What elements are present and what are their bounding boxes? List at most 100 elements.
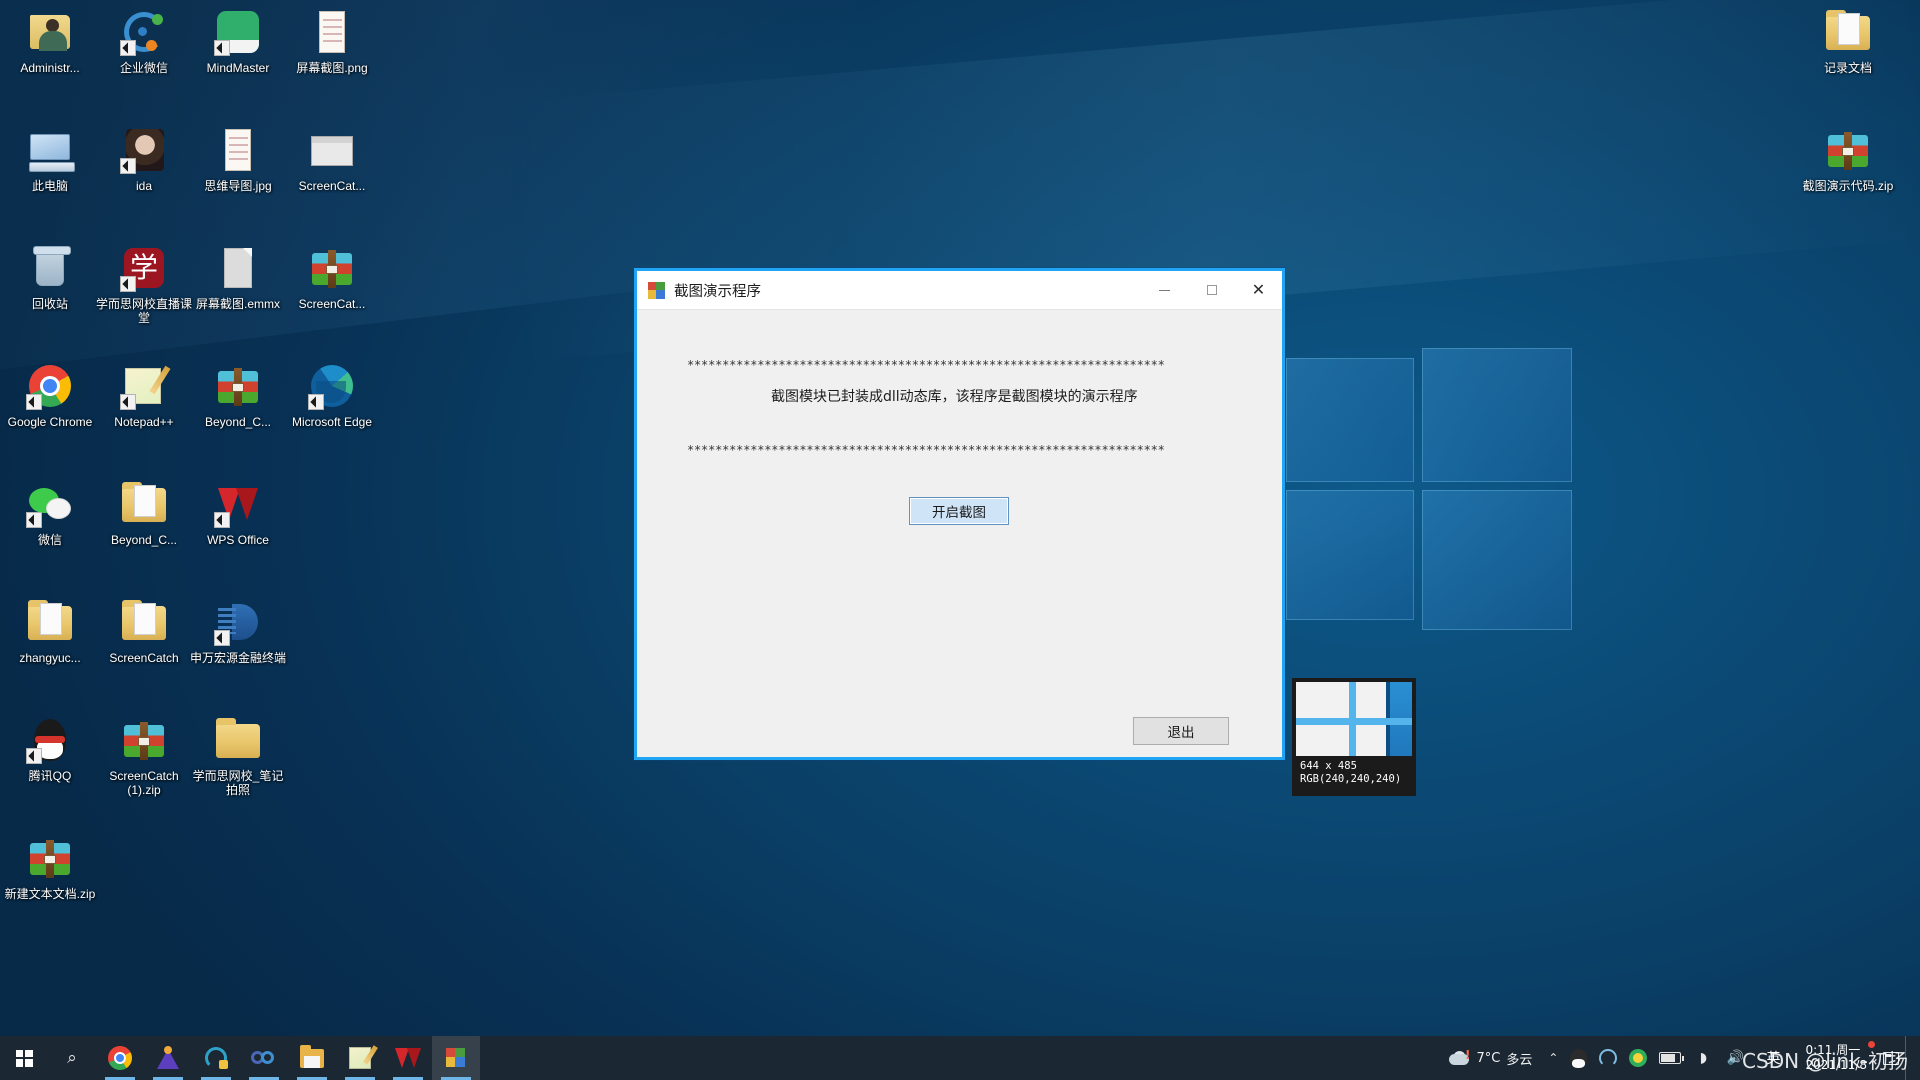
notepadpp-icon [349, 1047, 371, 1069]
window-controls[interactable]: ✕ [1141, 271, 1282, 309]
taskbar-item-chrome[interactable] [96, 1036, 144, 1080]
show-desktop-button[interactable] [1905, 1036, 1912, 1080]
desktop-icon[interactable]: 此电脑 [2, 126, 98, 193]
desktop-icon[interactable]: 记录文档 [1800, 8, 1896, 75]
divider-stars-top: ****************************************… [687, 358, 1165, 372]
taskbar[interactable]: ⌕ ! 7°C 多云 ⌃ ◗ 🔊 英 0:11 周一 2021/11/8 [0, 1036, 1920, 1080]
desktop-icon[interactable]: 申万宏源金融终端 [190, 598, 286, 665]
network-button[interactable]: ◗ [1687, 1036, 1719, 1080]
taskbar-item-wps[interactable] [384, 1036, 432, 1080]
window-titlebar[interactable]: 截图演示程序 ✕ [637, 271, 1282, 309]
weather-widget[interactable]: ! 7°C 多云 [1441, 1036, 1543, 1080]
desktop-icon-label: Microsoft Edge [291, 415, 373, 429]
desktop-icon-label: Administr... [20, 61, 80, 75]
action-center-button[interactable] [1877, 1036, 1905, 1080]
taskbar-item-screenshot-demo[interactable] [432, 1036, 480, 1080]
folder-icon [300, 1044, 324, 1068]
desktop-icon[interactable]: 学学而思网校直播课堂 [96, 244, 192, 325]
exit-button[interactable]: 退出 [1133, 717, 1229, 745]
volume-button[interactable]: 🔊 [1719, 1036, 1751, 1080]
show-hidden-icons-button[interactable]: ⌃ [1542, 1036, 1564, 1080]
desktop-icon[interactable]: Beyond_C... [96, 480, 192, 547]
desktop-icon-label: MindMaster [206, 61, 270, 75]
img-icon [308, 8, 356, 56]
magnifier-preview [1296, 682, 1412, 756]
desktop-icon[interactable]: 学而思网校_笔记拍照 [190, 716, 286, 797]
close-button[interactable]: ✕ [1235, 271, 1282, 309]
folder-icon [214, 716, 262, 764]
bin-icon [26, 244, 74, 292]
desktop-icon-label: 记录文档 [1823, 61, 1872, 75]
maximize-button[interactable] [1188, 271, 1235, 309]
window-client-area: ****************************************… [637, 309, 1282, 757]
ime-button[interactable]: 英 [1751, 1036, 1795, 1080]
rar-icon [308, 244, 356, 292]
desktop-icon[interactable]: zhangyuc... [2, 598, 98, 665]
chevron-up-icon: ⌃ [1548, 1051, 1559, 1065]
desktop-icon[interactable]: ScreenCatch (1).zip [96, 716, 192, 797]
window-title: 截图演示程序 [674, 283, 761, 300]
tray-icon-qq[interactable] [1564, 1036, 1593, 1080]
desktop-icon[interactable]: 腾讯QQ [2, 716, 98, 783]
clock-date: 2021/11/8 [1805, 1058, 1867, 1072]
battery-icon [1659, 1052, 1685, 1064]
shortcut-arrow-icon [120, 40, 136, 56]
taskbar-item-qq-browser[interactable] [192, 1036, 240, 1080]
desktop-icon[interactable]: 屏幕截图.png [284, 8, 380, 75]
search-button[interactable]: ⌕ [48, 1036, 96, 1080]
desktop-icon-label: 屏幕截图.png [296, 61, 368, 75]
pixel-rgb-text: RGB(240,240,240) [1300, 773, 1402, 785]
taskbar-item-mindmaster[interactable] [144, 1036, 192, 1080]
desktop-icon[interactable]: Google Chrome [2, 362, 98, 429]
screenshot-demo-app-icon [648, 281, 665, 299]
magnifier-info: 644 x 485 RGB(240,240,240) [1296, 756, 1412, 786]
taskbar-item-notepadpp[interactable] [336, 1036, 384, 1080]
img-icon [214, 126, 262, 174]
desktop-icon[interactable]: ScreenCatch [96, 598, 192, 665]
desktop-icon[interactable]: 新建文本文档.zip [2, 834, 98, 901]
shortcut-arrow-icon [214, 512, 230, 528]
system-tray[interactable]: ! 7°C 多云 ⌃ ◗ 🔊 英 0:11 周一 2021/11/8 [1441, 1036, 1920, 1080]
battery-button[interactable] [1653, 1036, 1687, 1080]
mind-icon [214, 8, 262, 56]
desktop-icon[interactable]: Microsoft Edge [284, 362, 380, 429]
desktop[interactable]: Administr... 企业微信 MindMaster 屏幕截图.png 此电脑 ida… [0, 0, 1920, 1080]
edge-icon [308, 362, 356, 410]
taskbar-items[interactable]: ⌕ [0, 1036, 480, 1080]
tray-icon-sogou[interactable] [1593, 1036, 1623, 1080]
start-capture-button[interactable]: 开启截图 [909, 497, 1009, 525]
desktop-icon[interactable]: 屏幕截图.emmx [190, 244, 286, 311]
notification-dot [1868, 1041, 1875, 1048]
folderdoc-icon [1824, 8, 1872, 56]
magnifier-crosshair-horizontal [1296, 718, 1412, 725]
desktop-icon[interactable]: Notepad++ [96, 362, 192, 429]
desktop-icon[interactable]: ScreenCat... [284, 126, 380, 193]
divider-stars-bottom: ****************************************… [687, 443, 1165, 457]
chrome-icon [108, 1046, 132, 1070]
start-button[interactable] [0, 1036, 48, 1080]
desktop-icon[interactable]: Beyond_C... [190, 362, 286, 429]
minimize-button[interactable] [1141, 271, 1188, 309]
desktop-icon[interactable]: 思维导图.jpg [190, 126, 286, 193]
desktop-icon[interactable]: Administr... [2, 8, 98, 75]
taskbar-item-infinity[interactable] [240, 1036, 288, 1080]
desktop-icon[interactable]: ScreenCat... [284, 244, 380, 311]
desktop-icon[interactable]: 截图演示代码.zip [1800, 126, 1896, 193]
folderdoc-icon [120, 598, 168, 646]
tray-icon-360[interactable] [1623, 1036, 1653, 1080]
desktop-icon[interactable]: ida [96, 126, 192, 193]
desktop-icon[interactable]: 微信 [2, 480, 98, 547]
cloud-icon: ! [1448, 1049, 1471, 1067]
desktop-icon[interactable]: WPS Office [190, 480, 286, 547]
taskbar-item-file-explorer[interactable] [288, 1036, 336, 1080]
wps-icon [395, 1048, 421, 1068]
desktop-icon[interactable]: 回收站 [2, 244, 98, 311]
folderdoc-icon [26, 598, 74, 646]
screenshot-demo-window[interactable]: 截图演示程序 ✕ *******************************… [637, 271, 1282, 757]
clock-button[interactable]: 0:11 周一 2021/11/8 [1795, 1036, 1877, 1080]
desktop-icon[interactable]: MindMaster [190, 8, 286, 75]
desktop-icon[interactable]: 企业微信 [96, 8, 192, 75]
shortcut-arrow-icon [120, 276, 136, 292]
capture-magnifier: 644 x 485 RGB(240,240,240) [1292, 678, 1416, 796]
action-center-icon [1883, 1051, 1899, 1065]
